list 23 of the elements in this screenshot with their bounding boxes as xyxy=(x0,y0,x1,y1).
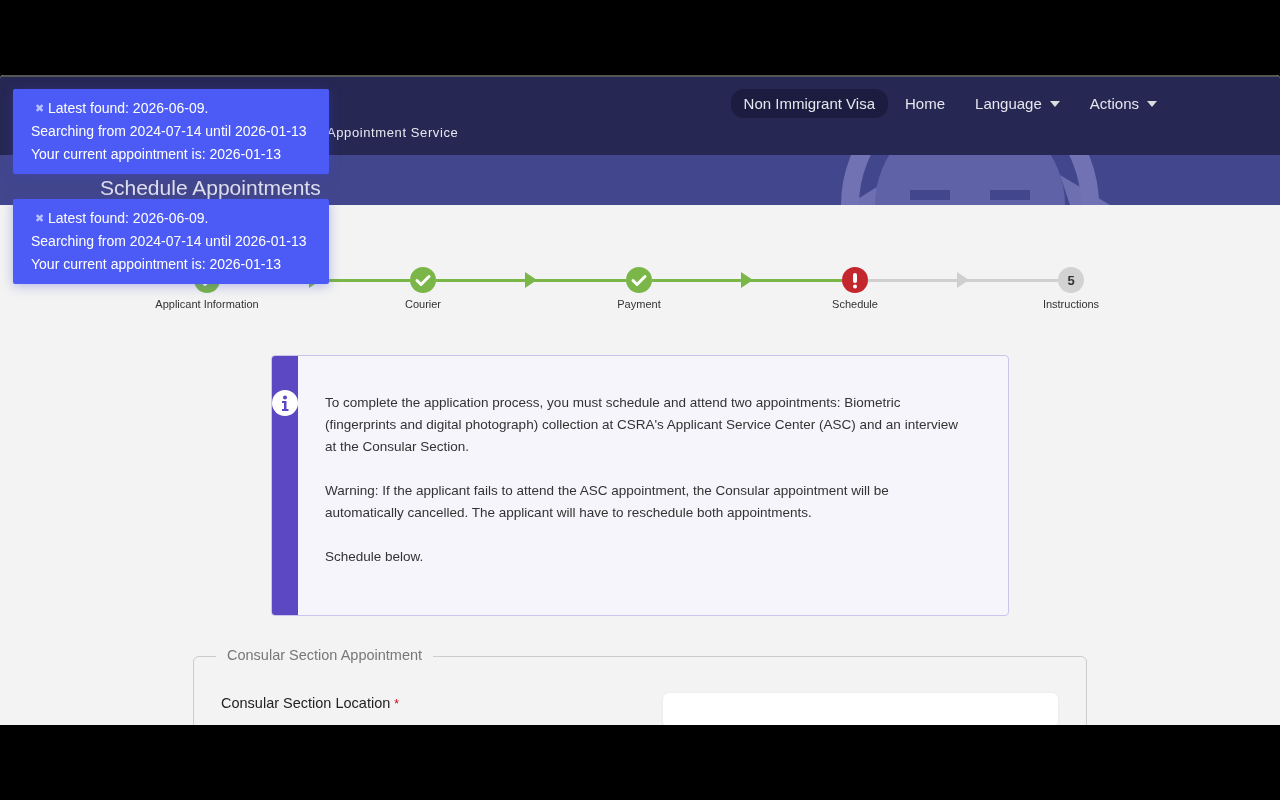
nav-link[interactable]: Language xyxy=(962,89,1073,118)
step-label: Payment xyxy=(617,298,661,310)
toast-text: Your current appointment is: 2026-01-13 xyxy=(31,145,282,164)
step-label: Applicant Information xyxy=(155,298,259,310)
info-paragraph: Schedule below. xyxy=(325,548,425,566)
toast-text: Searching from 2024-07-14 until 2026-01-13 xyxy=(31,232,307,251)
toast-text: Searching from 2024-07-14 until 2026-01-13 xyxy=(31,122,307,141)
toast-text: Latest found: 2026-06-09. xyxy=(48,209,209,228)
step-label: Schedule xyxy=(832,298,878,310)
step-label: Instructions xyxy=(1042,298,1100,310)
nav-link[interactable]: Actions xyxy=(1076,89,1170,118)
site-subtitle: Appointment Service xyxy=(327,125,459,140)
page-title: Schedule Appointments xyxy=(100,178,321,198)
nav-link[interactable]: Home xyxy=(892,89,959,118)
toast-text: Your current appointment is: 2026-01-13 xyxy=(31,255,282,274)
field-label: Consular Section Location * xyxy=(221,695,399,713)
info-paragraph: Warning: If the applicant fails to attend the ASC appointment, the Consular appointment will be automatically cancelled. The applicant will have to reschedule both appointments. xyxy=(325,482,890,522)
nav-link[interactable]: Non Immigrant Visa xyxy=(730,89,889,118)
section-legend: Consular Section Appointment xyxy=(216,647,434,663)
step-number: 5 xyxy=(1058,267,1084,293)
step-label: Courier xyxy=(404,298,442,310)
info-paragraph: To complete the application process, you must schedule and attend two appointments: Biometric (fingerprints and digital photograph) collection at CSRA's Applicant Service Center (ASC) and an interview at the Consular Section. xyxy=(325,394,959,456)
toast-text: Latest found: 2026-06-09. xyxy=(48,99,209,118)
